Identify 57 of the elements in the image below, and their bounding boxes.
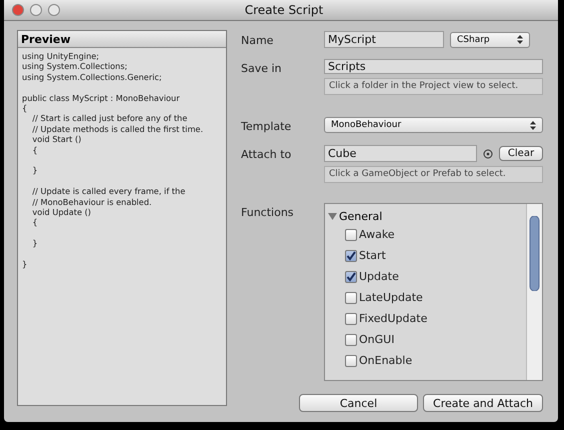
updown-arrows-icon [530, 120, 536, 130]
code-line: { [22, 103, 28, 114]
code-line: using UnityEngine; [22, 51, 100, 62]
updown-arrows-icon [517, 35, 523, 44]
hint-text: Click a folder in the Project view to select. [324, 78, 543, 95]
code-line: // Update is called every frame, if the [31, 186, 186, 197]
checkbox[interactable] [345, 228, 357, 240]
code-line: void Update () [31, 207, 92, 218]
hint-text: Click a GameObject or Prefab to select. [324, 166, 543, 183]
code-line: // Update methods is called the first time. [31, 124, 204, 134]
code-line: { [31, 144, 39, 156]
code-line: } [22, 259, 28, 270]
group-toggle[interactable]: General [328, 208, 526, 224]
code-line: // Start is called just before any of the [31, 113, 188, 124]
checkbox[interactable] [345, 354, 357, 366]
code-line: void Start () [31, 134, 82, 145]
scroll-thumb[interactable] [529, 216, 540, 291]
function-label: LateUpdate [359, 291, 423, 304]
code-line: public class MyScript : MonoBehaviour [22, 92, 181, 104]
cancel-button[interactable]: Cancel [299, 394, 418, 412]
panel-header: Preview [18, 31, 226, 48]
checkbox[interactable] [345, 250, 357, 262]
code-line: using System.Collections; [22, 61, 128, 72]
checkbox[interactable] [345, 334, 357, 346]
function-label: Start [359, 249, 386, 262]
field-label: Save in [241, 61, 283, 75]
close-button[interactable] [12, 4, 24, 16]
name-field[interactable]: MyScript [324, 31, 444, 48]
function-label: FixedUpdate [359, 312, 428, 325]
template-dropdown[interactable]: MonoBehaviour [324, 117, 543, 133]
zoom-button[interactable] [48, 4, 60, 16]
field-label: Functions [241, 205, 295, 219]
minimize-button[interactable] [30, 4, 42, 16]
function-label: OnGUI [359, 333, 394, 346]
checkbox[interactable] [345, 312, 357, 324]
function-label: Awake [359, 228, 395, 241]
field-label: Attach to [241, 147, 292, 161]
function-label: OnEnable [359, 354, 412, 367]
triangle-down-icon [328, 212, 337, 220]
object-field[interactable]: Cube [324, 145, 477, 162]
checkbox[interactable] [345, 292, 357, 304]
window-title: Create Script [244, 3, 324, 17]
create-button[interactable]: Create and Attach [423, 394, 543, 412]
code-line: using System.Collections.Generic; [22, 72, 163, 82]
field-label: Template [241, 119, 292, 133]
scrollbar[interactable] [526, 204, 542, 380]
code-line: } [31, 238, 39, 249]
code-line: { [31, 217, 39, 228]
field-label: Name [241, 33, 274, 47]
code-line: // MonoBehaviour is enabled. [31, 196, 153, 208]
target-icon[interactable] [483, 148, 493, 158]
function-label: Update [359, 270, 399, 283]
language-dropdown[interactable]: CSharp [450, 32, 530, 48]
code-line: } [31, 165, 39, 176]
folder-field[interactable]: Scripts [324, 59, 543, 74]
clear-button[interactable]: Clear [499, 146, 543, 161]
checkbox[interactable] [345, 270, 357, 282]
